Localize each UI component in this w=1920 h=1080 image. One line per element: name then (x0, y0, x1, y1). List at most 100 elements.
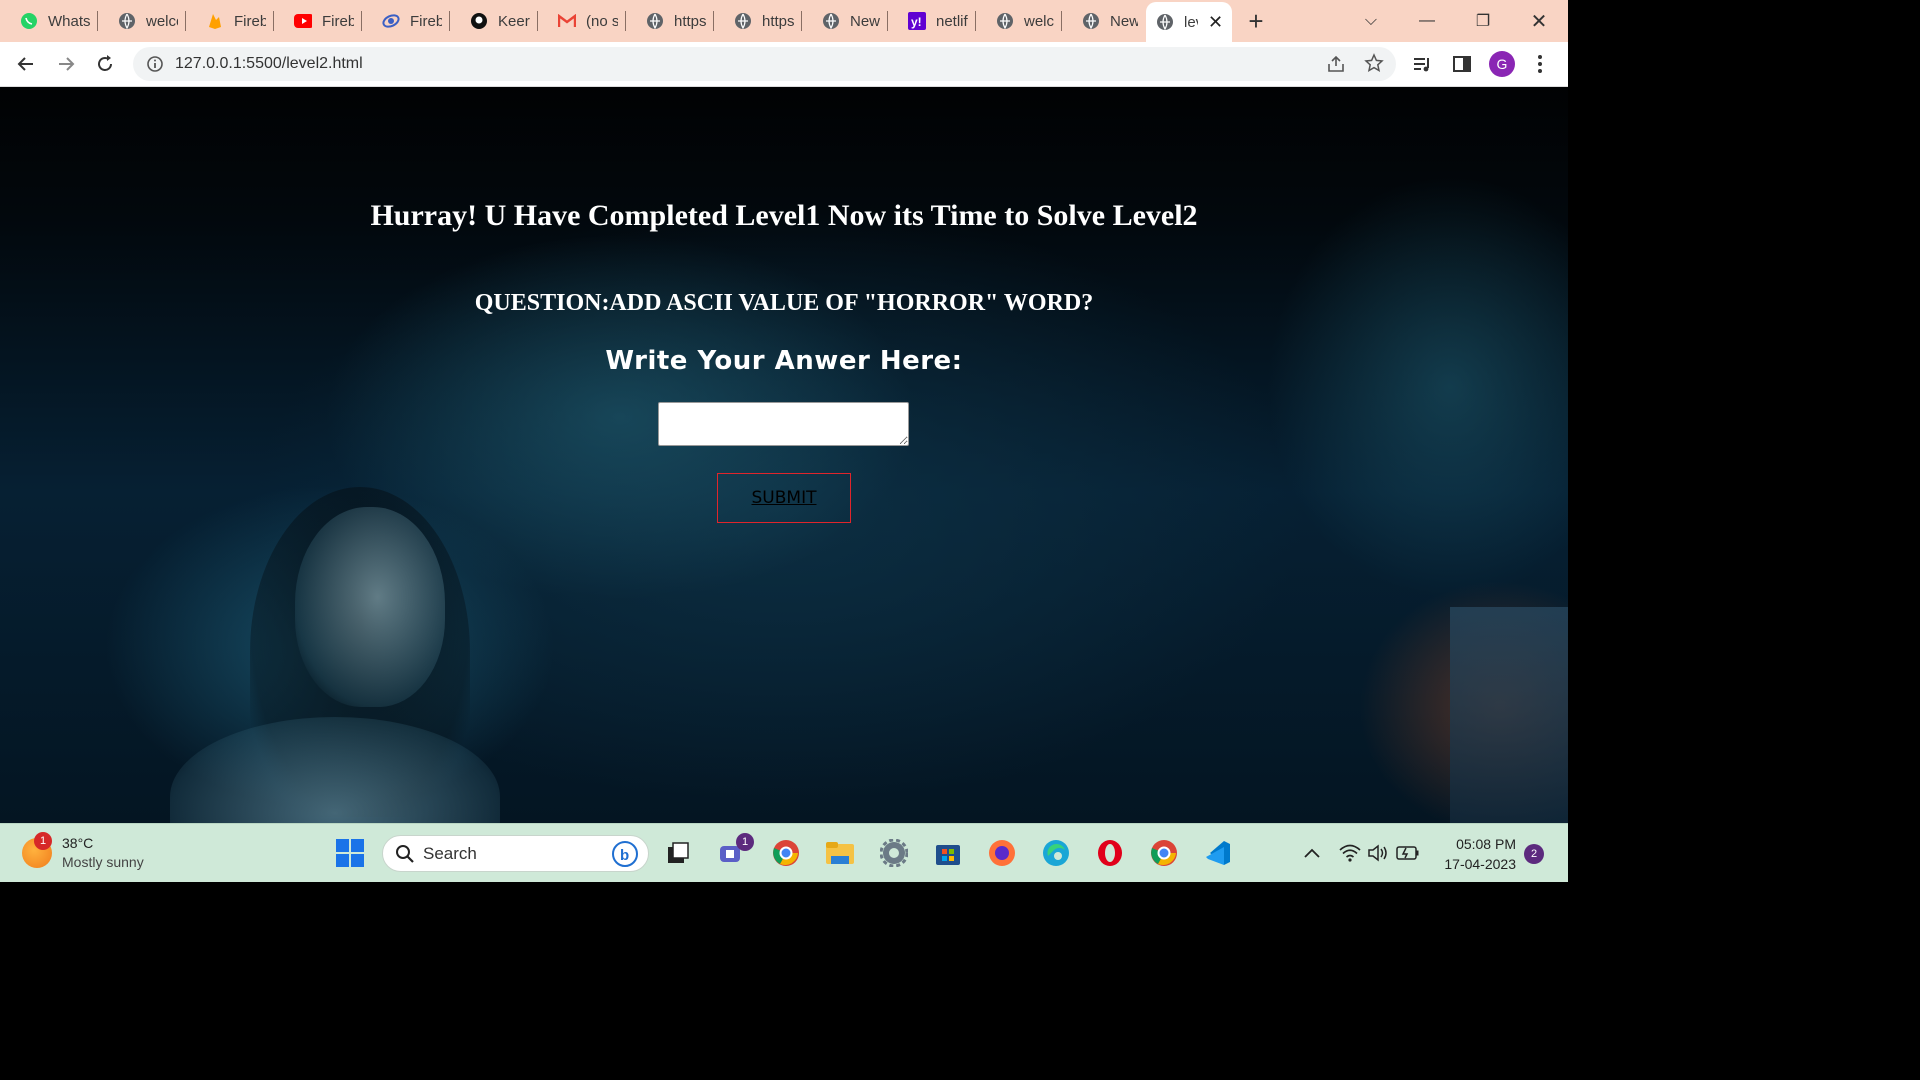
reload-icon (98, 55, 112, 71)
firefox-icon[interactable] (986, 837, 1018, 869)
playlist-icon (1414, 58, 1429, 72)
reload-button[interactable] (89, 48, 121, 80)
teams-chat-icon[interactable]: 1 (716, 833, 754, 869)
youtube-icon (294, 12, 312, 30)
svg-text:y!: y! (911, 15, 922, 29)
browser-tab[interactable]: welcome (976, 0, 1062, 42)
weather-condition: Mostly sunny (62, 854, 144, 870)
close-tab-icon[interactable]: ✕ (1208, 12, 1223, 33)
forward-button[interactable] (50, 48, 82, 80)
opera-icon[interactable] (1094, 837, 1126, 869)
new-tab-button[interactable]: + (1232, 0, 1280, 42)
browser-tab[interactable]: Firebase (186, 0, 274, 42)
browser-tab[interactable]: welcome (98, 0, 186, 42)
firebase-icon (206, 12, 224, 30)
windows-taskbar: 1 38°C Mostly sunny Search b 1 05:08 PM … (0, 823, 1568, 882)
svg-text:b: b (620, 847, 629, 864)
search-placeholder: Search (423, 843, 477, 863)
browser-tab[interactable]: (no subject) (538, 0, 626, 42)
page-headline: Hurray! U Have Completed Level1 Now its … (370, 199, 1198, 232)
arrow-right-icon (59, 57, 75, 71)
system-clock[interactable]: 05:08 PM 17-04-2023 (1436, 834, 1516, 874)
kebab-menu-icon (1538, 55, 1542, 73)
close-window-button[interactable]: ✕ (1511, 0, 1567, 42)
browser-tab[interactable]: y! netlify (888, 0, 976, 42)
speaker-icon[interactable] (1362, 837, 1394, 869)
answer-textarea[interactable] (658, 402, 909, 446)
submit-button[interactable]: SUBMIT (717, 473, 851, 523)
clock-time: 05:08 PM (1456, 836, 1516, 852)
tab-title: welcome (1024, 12, 1054, 30)
globe-icon (734, 12, 752, 30)
browser-tab[interactable]: Firebase (274, 0, 362, 42)
tab-title: https:// (674, 12, 706, 30)
edge-icon[interactable] (1040, 837, 1072, 869)
chrome-icon[interactable] (770, 837, 802, 869)
battery-icon[interactable] (1392, 837, 1424, 869)
globe-icon (996, 12, 1014, 30)
reading-list-button[interactable] (1406, 48, 1438, 80)
browser-tab[interactable]: New Tab (1062, 0, 1146, 42)
vscode-icon[interactable] (1202, 837, 1234, 869)
task-view-icon[interactable] (662, 837, 694, 869)
chrome-profile-icon[interactable] (1148, 837, 1180, 869)
taskbar-search[interactable]: Search b (382, 835, 649, 872)
globe-icon (118, 12, 136, 30)
arrow-left-icon (17, 57, 33, 71)
browser-tab[interactable]: WhatsApp (0, 0, 98, 42)
yahoo-icon: y! (908, 12, 926, 30)
weather-temperature: 38°C (62, 835, 94, 851)
tombstone-illustration (1450, 607, 1568, 823)
tab-title: New Tab (1110, 12, 1138, 30)
tab-title: Firebase (322, 12, 354, 30)
browser-tab-active[interactable]: level2 ✕ (1146, 2, 1232, 42)
settings-gear-icon[interactable] (878, 837, 910, 869)
notification-badge[interactable]: 2 (1524, 844, 1544, 864)
profile-avatar[interactable]: G (1489, 51, 1515, 77)
tab-strip: WhatsApp welcome Firebase Firebase Fireb… (0, 0, 1568, 42)
sun-icon: 1 (22, 832, 52, 868)
back-button[interactable] (10, 48, 42, 80)
github-icon (470, 12, 488, 30)
globe-icon (1156, 13, 1174, 31)
tab-title: welcome (146, 12, 178, 30)
bookmark-star-icon[interactable] (1364, 53, 1384, 78)
answer-prompt: Write Your Anwer Here: (605, 346, 963, 376)
file-explorer-icon[interactable] (824, 837, 856, 869)
tab-title: Firebase (410, 12, 442, 30)
bing-icon[interactable]: b (612, 841, 638, 867)
address-bar[interactable]: 127.0.0.1:5500/level2.html (133, 47, 1396, 81)
share-icon[interactable] (1326, 54, 1346, 79)
clock-date: 17-04-2023 (1444, 856, 1516, 872)
tab-title: WhatsApp (48, 12, 90, 30)
menu-button[interactable] (1524, 48, 1556, 80)
windows-logo-icon (336, 839, 364, 867)
weather-widget[interactable]: 1 38°C Mostly sunny (22, 832, 144, 872)
page-viewport: Hurray! U Have Completed Level1 Now its … (0, 87, 1568, 823)
tab-title: Keerthi (498, 12, 530, 30)
windows-start-button[interactable] (334, 837, 366, 869)
minimize-button[interactable]: — (1399, 0, 1455, 42)
url-text: 127.0.0.1:5500/level2.html (175, 55, 363, 72)
browser-tab[interactable]: New Tab (802, 0, 888, 42)
side-panel-button[interactable] (1446, 48, 1478, 80)
info-icon[interactable] (143, 52, 167, 76)
tab-search-icon[interactable]: ⌵ (1343, 0, 1399, 42)
tab-title: Firebase (234, 12, 266, 30)
browser-tab[interactable]: Keerthi (450, 0, 538, 42)
chevron-up-icon[interactable] (1296, 837, 1328, 869)
weather-badge: 1 (34, 832, 52, 850)
tab-title: New Tab (850, 12, 880, 30)
browser-tab[interactable]: https:// (626, 0, 714, 42)
firebase-blue-icon (382, 12, 400, 30)
globe-icon (1082, 12, 1100, 30)
globe-icon (822, 12, 840, 30)
search-icon (396, 845, 414, 863)
tab-title: level2 (1184, 13, 1198, 31)
browser-tab[interactable]: https:// (714, 0, 802, 42)
microsoft-store-icon[interactable] (932, 837, 964, 869)
browser-tab[interactable]: Firebase (362, 0, 450, 42)
restore-button[interactable]: ❐ (1455, 0, 1511, 42)
tab-title: (no subject) (586, 12, 618, 30)
tab-title: netlify (936, 12, 968, 30)
